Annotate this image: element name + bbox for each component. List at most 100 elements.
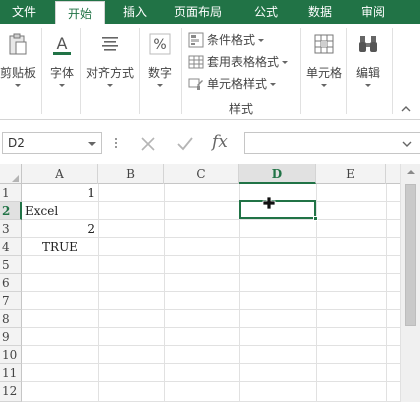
row-header-11[interactable]: 11 [0,364,22,382]
number-label: 数字 [147,66,172,80]
svg-text:%: % [153,37,166,53]
table-row: 1 [22,184,400,202]
binoculars-icon [359,36,377,52]
ribbon-separator [41,28,42,114]
formula-bar-grip[interactable] [114,136,118,150]
conditional-formatting-icon [188,32,204,48]
editing-label: 编辑 [355,66,380,80]
column-header-a[interactable]: A [22,164,98,184]
tab-data[interactable]: 数据 [298,0,342,24]
ribbon-separator [139,28,140,114]
editing-button[interactable]: 编辑 [348,24,388,96]
chevron-down-icon [321,84,327,87]
column-headers: A B C D E [0,164,400,184]
cell-styles-icon [188,78,203,90]
percent-icon: % [149,33,171,55]
tab-insert[interactable]: 插入 [112,0,158,24]
format-as-table-label: 套用表格格式 [207,55,280,69]
table-row [22,310,400,328]
formula-actions: fx [132,132,238,154]
cell-a1[interactable]: 1 [22,184,98,202]
column-header-e[interactable]: E [316,164,386,184]
row-header-10[interactable]: 10 [0,346,22,364]
column-header-b[interactable]: B [98,164,164,184]
cell-cursor-icon [262,196,276,210]
row-header-8[interactable]: 8 [0,310,22,328]
scroll-thumb[interactable] [405,184,416,326]
ribbon-separator [346,28,347,114]
active-cell-d2[interactable] [239,200,318,221]
clipboard-label: 剪贴板 [0,66,36,80]
table-row [22,382,400,402]
font-button[interactable]: A 字体 [44,24,80,96]
cell-a2[interactable]: Excel [22,202,98,220]
column-header-c[interactable]: C [164,164,239,184]
clipboard-button[interactable]: 剪贴板 [0,24,44,96]
chevron-down-icon[interactable] [402,139,412,149]
chevron-down-icon [15,84,21,87]
formula-bar: D2 fx [0,128,420,158]
table-row [22,364,400,382]
row-header-12[interactable]: 12 [0,382,22,402]
column-header-d[interactable]: D [239,164,316,184]
row-header-4[interactable]: 4 [0,238,22,256]
scroll-up-icon[interactable] [407,170,415,174]
enter-check-icon[interactable] [176,136,194,152]
table-row [22,256,400,274]
table-row: Excel [22,202,400,220]
conditional-formatting-label: 条件格式 [207,33,256,47]
worksheet-grid[interactable]: A B C D E 1 1 2 Excel 3 2 4 TRUE 5 6 7 8… [0,164,420,402]
table-row [22,346,400,364]
cells-button[interactable]: 单元格 [302,24,346,96]
svg-text:A: A [57,34,68,53]
row-header-5[interactable]: 5 [0,256,22,274]
row-header-3[interactable]: 3 [0,220,22,238]
cell-a3[interactable]: 2 [22,220,98,238]
cancel-icon[interactable] [140,136,156,152]
number-button[interactable]: % 数字 [142,24,178,96]
alignment-button[interactable]: 对齐方式 [83,24,137,96]
name-box-value: D2 [8,136,25,150]
chevron-down-icon [258,39,265,42]
table-row [22,328,400,346]
tab-file[interactable]: 文件 [0,0,48,24]
styles-group-label: 样式 [229,102,254,116]
chevron-down-icon [365,84,371,87]
table-format-icon [188,55,204,69]
align-icon [102,37,118,51]
tab-page-layout[interactable]: 页面布局 [164,0,232,24]
tab-formulas[interactable]: 公式 [244,0,288,24]
table-row: 2 [22,220,400,238]
tab-review[interactable]: 审阅 [350,0,396,24]
formula-input[interactable] [244,132,420,154]
chevron-down-icon [282,61,289,64]
chevron-down-icon [157,84,163,87]
fill-handle[interactable] [313,216,318,221]
row-header-2[interactable]: 2 [0,202,22,220]
table-row [22,274,400,292]
cells-icon [314,34,334,54]
ribbon-separator [392,28,393,114]
chevron-up-icon[interactable] [400,104,412,114]
font-label: 字体 [49,66,74,80]
ribbon-separator [80,28,81,114]
tab-home[interactable]: 开始 [55,1,105,25]
ribbon-tab-bar: 文件 开始 插入 页面布局 公式 数据 审阅 [0,0,420,25]
ribbon-separator [300,28,301,114]
chevron-down-icon [270,83,277,86]
cells-label: 单元格 [305,66,342,80]
row-header-6[interactable]: 6 [0,274,22,292]
name-box[interactable]: D2 [2,132,102,154]
chevron-down-icon[interactable] [88,142,96,146]
font-icon: A [53,34,71,55]
select-all-button[interactable] [0,164,22,184]
row-header-1[interactable]: 1 [0,184,22,202]
ribbon-home: 剪贴板 A 字体 对齐方式 % 数字 条件格式 套用表格格式 单元格样式 样式 … [0,24,420,120]
row-header-9[interactable]: 9 [0,328,22,346]
row-header-7[interactable]: 7 [0,292,22,310]
vertical-scrollbar[interactable] [400,164,420,402]
chevron-down-icon [59,84,65,87]
cell-a4[interactable]: TRUE [22,238,98,256]
table-row [22,292,400,310]
insert-function-button[interactable]: fx [212,132,228,152]
